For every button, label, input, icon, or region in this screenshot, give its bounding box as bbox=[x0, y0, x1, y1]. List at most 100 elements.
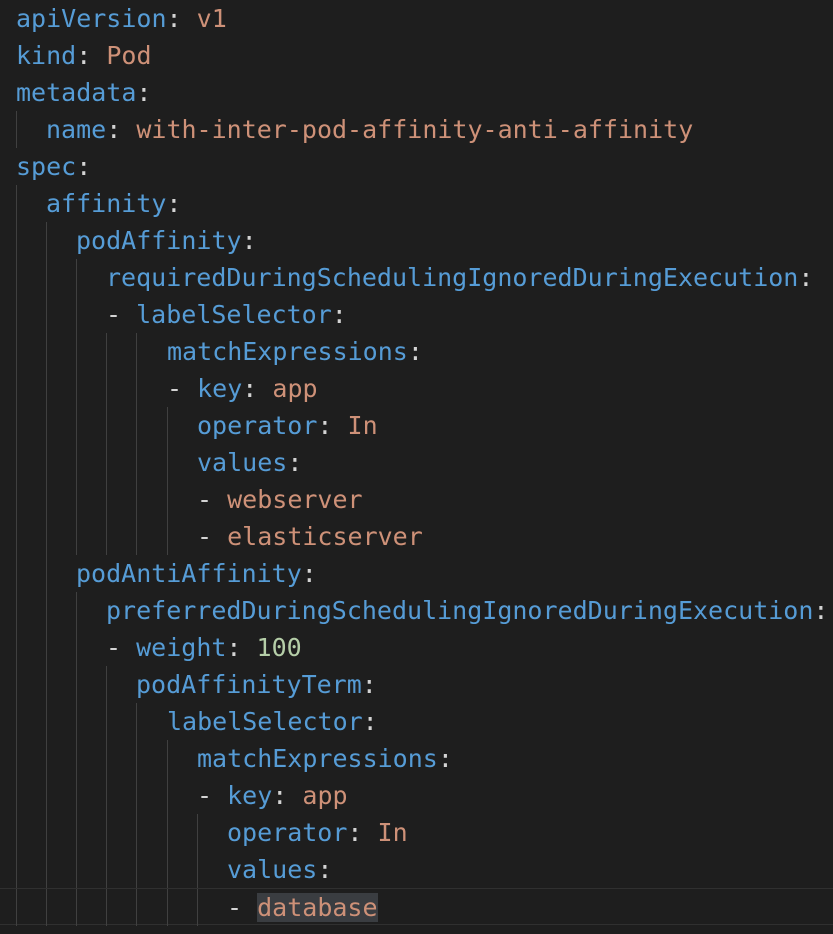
code-text: kind: Pod bbox=[16, 37, 152, 74]
yaml-colon: : bbox=[76, 41, 92, 70]
code-line[interactable]: values: bbox=[0, 851, 833, 888]
list-dash: - bbox=[197, 485, 228, 514]
code-line[interactable]: spec: bbox=[0, 148, 833, 185]
code-line[interactable]: - weight: 100 bbox=[0, 629, 833, 666]
yaml-key: requiredDuringSchedulingIgnoredDuringExe… bbox=[106, 263, 799, 292]
indent-guide bbox=[76, 703, 77, 740]
yaml-colon: : bbox=[347, 818, 363, 847]
code-line[interactable]: operator: In bbox=[0, 814, 833, 851]
indent-guide bbox=[16, 259, 17, 296]
indent-guide bbox=[76, 333, 77, 370]
yaml-colon: : bbox=[272, 781, 288, 810]
code-line[interactable]: labelSelector: bbox=[0, 703, 833, 740]
indent-guide bbox=[16, 703, 17, 740]
indent-guide bbox=[46, 296, 47, 333]
code-text: matchExpressions: bbox=[197, 740, 453, 777]
code-line[interactable]: matchExpressions: bbox=[0, 333, 833, 370]
list-dash: - bbox=[106, 300, 137, 329]
yaml-key: operator bbox=[227, 818, 348, 847]
yaml-colon: : bbox=[362, 707, 378, 736]
indent-guide bbox=[46, 814, 47, 851]
indent-guide bbox=[106, 740, 107, 777]
indent-guide bbox=[76, 889, 77, 926]
list-dash: - bbox=[197, 522, 228, 551]
indent-guide bbox=[46, 703, 47, 740]
indent-guide bbox=[136, 851, 137, 888]
indent-guide bbox=[136, 333, 137, 370]
indent-guide bbox=[76, 629, 77, 666]
indent-guide bbox=[167, 814, 168, 851]
code-line[interactable]: metadata: bbox=[0, 74, 833, 111]
yaml-value: with-inter-pod-affinity-anti-affinity bbox=[136, 115, 694, 144]
indent-guide bbox=[16, 296, 17, 333]
code-line[interactable]: operator: In bbox=[0, 407, 833, 444]
code-text: - key: app bbox=[167, 370, 318, 407]
code-line[interactable]: - labelSelector: bbox=[0, 296, 833, 333]
indent-guide bbox=[136, 518, 137, 555]
code-line[interactable]: podAffinityTerm: bbox=[0, 666, 833, 703]
code-text: operator: In bbox=[227, 814, 408, 851]
indent-guide bbox=[46, 481, 47, 518]
indent-guide bbox=[16, 444, 17, 481]
yaml-value: app bbox=[302, 781, 348, 810]
yaml-colon: : bbox=[166, 189, 182, 218]
indent-guide bbox=[76, 777, 77, 814]
indent-guide bbox=[46, 777, 47, 814]
indent-guide bbox=[16, 222, 17, 259]
code-line[interactable]: - key: app bbox=[0, 370, 833, 407]
code-line[interactable]: matchExpressions: bbox=[0, 740, 833, 777]
yaml-colon: : bbox=[241, 226, 257, 255]
indent-guide bbox=[167, 777, 168, 814]
indent-guide bbox=[76, 370, 77, 407]
code-line[interactable]: kind: Pod bbox=[0, 37, 833, 74]
indent-guide bbox=[106, 518, 107, 555]
yaml-colon: : bbox=[317, 855, 333, 884]
code-line[interactable]: affinity: bbox=[0, 185, 833, 222]
indent-guide bbox=[106, 814, 107, 851]
indent-guide bbox=[46, 259, 47, 296]
indent-guide bbox=[46, 407, 47, 444]
code-line[interactable]: apiVersion: v1 bbox=[0, 0, 833, 37]
indent-guide bbox=[16, 740, 17, 777]
indent-guide bbox=[167, 481, 168, 518]
code-line[interactable]: - key: app bbox=[0, 777, 833, 814]
indent-guide bbox=[136, 370, 137, 407]
yaml-key: labelSelector bbox=[136, 300, 332, 329]
indent-guide bbox=[76, 296, 77, 333]
yaml-key: matchExpressions bbox=[197, 744, 438, 773]
code-line[interactable]: - webserver bbox=[0, 481, 833, 518]
yaml-colon: : bbox=[301, 559, 317, 588]
code-text: podAffinityTerm: bbox=[136, 666, 377, 703]
code-line[interactable]: - elasticserver bbox=[0, 518, 833, 555]
yaml-code-editor[interactable]: apiVersion: v1 kind: Pod metadata: name: wi… bbox=[0, 0, 833, 934]
code-line[interactable]: requiredDuringSchedulingIgnoredDuringExe… bbox=[0, 259, 833, 296]
code-line[interactable]: podAffinity: bbox=[0, 222, 833, 259]
indent-guide bbox=[16, 481, 17, 518]
indent-guide bbox=[136, 444, 137, 481]
indent-guide bbox=[76, 407, 77, 444]
code-text: operator: In bbox=[197, 407, 378, 444]
list-dash: - bbox=[197, 781, 228, 810]
code-line[interactable]: values: bbox=[0, 444, 833, 481]
yaml-value: In bbox=[347, 411, 378, 440]
indent-guide bbox=[106, 703, 107, 740]
code-line[interactable]: name: with-inter-pod-affinity-anti-affin… bbox=[0, 111, 833, 148]
code-text: name: with-inter-pod-affinity-anti-affin… bbox=[46, 111, 693, 148]
yaml-colon: : bbox=[317, 411, 333, 440]
indent-guide bbox=[167, 407, 168, 444]
yaml-key: key bbox=[227, 781, 273, 810]
indent-guide bbox=[46, 629, 47, 666]
code-line[interactable]: preferredDuringSchedulingIgnoredDuringEx… bbox=[0, 592, 833, 629]
yaml-key: weight bbox=[136, 633, 227, 662]
yaml-colon: : bbox=[76, 152, 92, 181]
code-line[interactable]: - database bbox=[0, 888, 833, 926]
indent-guide bbox=[16, 407, 17, 444]
indent-guide bbox=[16, 518, 17, 555]
indent-guide bbox=[76, 518, 77, 555]
code-line[interactable]: podAntiAffinity: bbox=[0, 555, 833, 592]
yaml-key: podAffinityTerm bbox=[136, 670, 362, 699]
indent-guide bbox=[16, 111, 17, 148]
